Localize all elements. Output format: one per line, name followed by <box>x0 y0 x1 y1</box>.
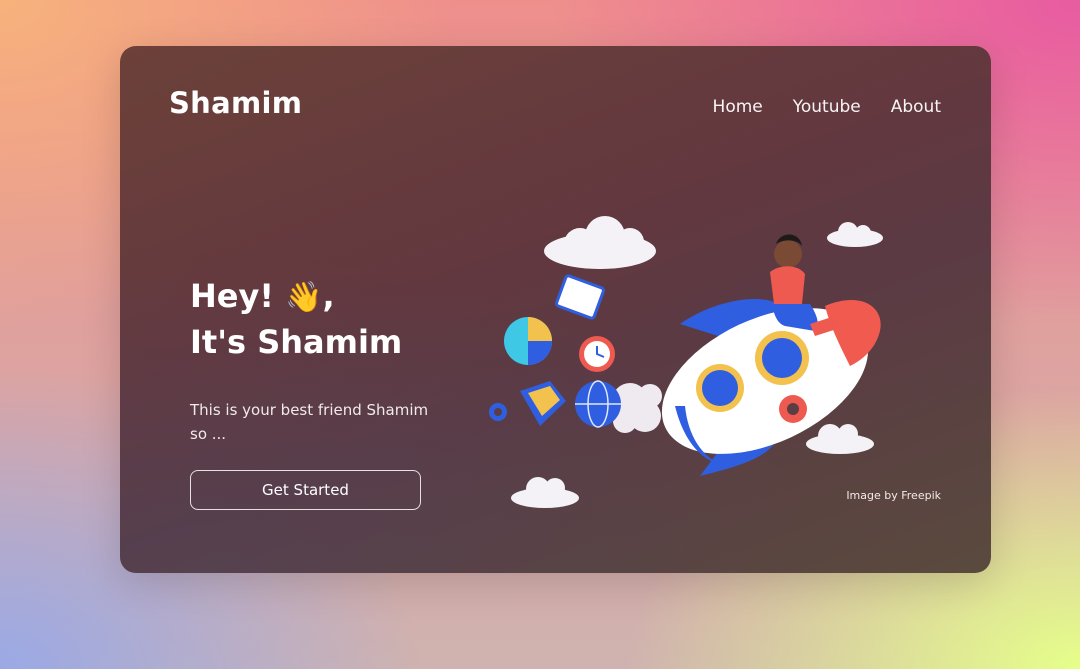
gear-icon <box>779 395 807 423</box>
nav-about[interactable]: About <box>891 97 941 117</box>
person-icon <box>770 234 840 336</box>
cloud-icon <box>544 216 656 269</box>
gear-icon <box>489 403 507 421</box>
hero-card: Shamim Home Youtube About Hey! 👋, It's S… <box>120 46 991 573</box>
hero-description: This is your best friend Shamim so ... <box>190 401 429 443</box>
image-credit[interactable]: Image by Freepik <box>846 489 941 502</box>
brand-logo[interactable]: Shamim <box>169 86 302 120</box>
waving-hand-icon: 👋 <box>285 280 323 315</box>
heading-line2: It's Shamim <box>190 323 403 361</box>
cloud-icon <box>827 222 883 247</box>
hero-heading: Hey! 👋, It's Shamim <box>190 274 440 364</box>
cloud-icon <box>806 424 874 454</box>
heading-comma: , <box>322 277 335 315</box>
globe-icon <box>575 380 621 428</box>
rocket-illustration <box>489 216 883 508</box>
pie-chart-icon <box>504 317 552 365</box>
get-started-button[interactable]: Get Started <box>190 470 421 510</box>
map-pin-icon <box>520 381 566 426</box>
document-icon <box>555 274 605 320</box>
heading-line1: Hey! <box>190 277 286 315</box>
hero-text: Hey! 👋, It's Shamim This is your best fr… <box>190 274 440 510</box>
nav-youtube[interactable]: Youtube <box>793 97 861 117</box>
cloud-icon <box>511 477 579 508</box>
clock-icon <box>579 336 615 372</box>
nav-home[interactable]: Home <box>713 97 763 117</box>
main-nav: Home Youtube About <box>713 97 941 117</box>
